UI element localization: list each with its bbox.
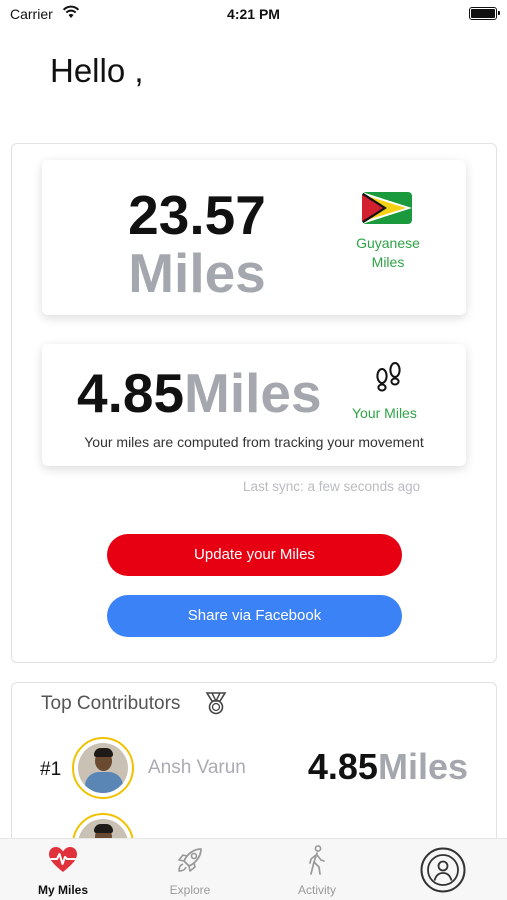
status-bar: Carrier 4:21 PM (0, 0, 507, 30)
contributor-rank: #1 (40, 759, 62, 780)
tab-label: Activity (297, 883, 336, 897)
contributor-name: Ansh Varun (148, 757, 246, 778)
avatar-body (85, 772, 123, 793)
avatar-hair (94, 824, 113, 833)
walking-person-icon (309, 845, 325, 875)
country-miles-unit: Miles (128, 242, 266, 304)
tab-label: Explore (169, 883, 211, 897)
miles-panel: 23.57 Miles Guyanese Miles 4.85Miles You… (11, 143, 497, 663)
greeting-title: Hello , (50, 52, 144, 89)
avatar-hair (94, 748, 113, 757)
heart-pulse-icon (49, 847, 77, 872)
rocket-icon (178, 848, 202, 872)
tab-explore[interactable]: Explore (127, 839, 253, 900)
contributor-miles-value: 4.85 (307, 746, 378, 787)
tab-activity[interactable]: Activity (254, 839, 380, 900)
tab-my-miles[interactable]: My Miles (0, 839, 126, 900)
contributor-row[interactable]: #1 Ansh Varun 4.85Miles (12, 737, 496, 801)
profile-icon[interactable] (420, 847, 466, 893)
country-miles-text: Miles (371, 254, 405, 270)
avatar-photo (78, 743, 128, 793)
country-name-text: Guyanese (356, 235, 420, 251)
guyana-flag-icon (362, 192, 412, 224)
top-contributors-title: Top Contributors (41, 693, 181, 714)
footsteps-icon (376, 362, 401, 392)
contributor-miles: 4.85Miles (308, 749, 468, 785)
medal-icon (205, 692, 227, 715)
user-miles-unit: Miles (184, 362, 322, 424)
user-miles-label: Your Miles (352, 405, 417, 421)
user-miles-value: 4.85 (77, 362, 185, 424)
share-facebook-button[interactable]: Share via Facebook (107, 595, 402, 637)
tab-bar: My Miles Explore Activity (0, 838, 507, 900)
clock: 4:21 PM (227, 6, 280, 22)
country-miles-value: 23.57 (128, 184, 266, 246)
user-miles-card: 4.85Miles Your Miles Your miles are comp… (42, 344, 466, 466)
last-sync-text: Last sync: a few seconds ago (243, 479, 421, 494)
battery-icon (469, 7, 500, 20)
tab-label: My Miles (37, 883, 88, 897)
country-miles-card: 23.57 Miles Guyanese Miles (42, 160, 466, 315)
avatar (72, 737, 134, 799)
contributor-miles-unit: Miles (377, 746, 468, 787)
user-miles-display: 4.85Miles (77, 366, 322, 421)
country-miles-label: Guyanese Miles (342, 234, 434, 272)
user-miles-note: Your miles are computed from tracking yo… (84, 434, 424, 450)
top-contributors-panel: Top Contributors #1 Ansh Varun 4.85Miles (11, 682, 497, 852)
update-miles-button[interactable]: Update your Miles (107, 534, 402, 576)
